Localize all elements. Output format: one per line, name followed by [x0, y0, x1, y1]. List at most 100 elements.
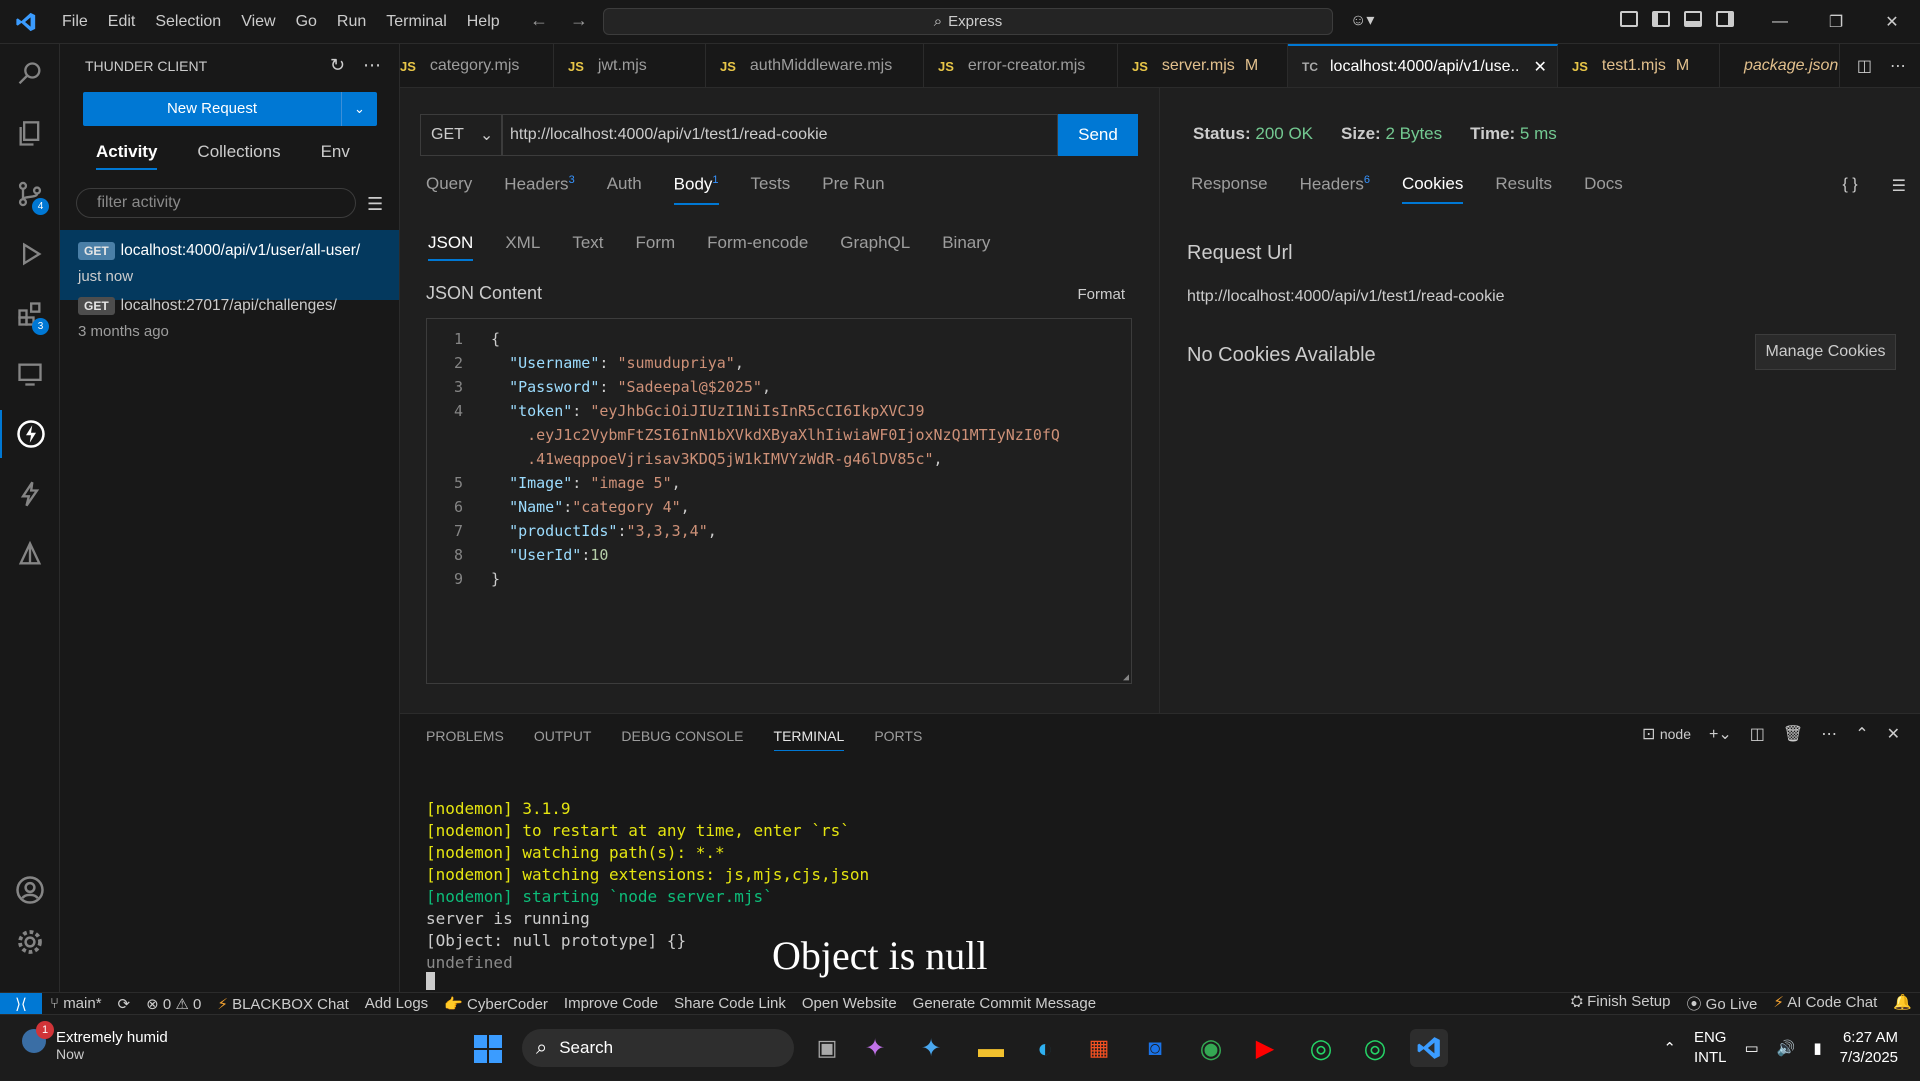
battery-icon[interactable]: ▮ — [1813, 1039, 1821, 1057]
new-request-button[interactable]: New Request ⌄ — [83, 92, 377, 126]
task-view-icon[interactable]: ▣ — [808, 1029, 846, 1067]
menu-edit[interactable]: Edit — [98, 13, 146, 31]
branch-indicator[interactable]: ⑂ main* — [42, 995, 110, 1012]
tab-test1-mjs[interactable]: JS test1.mjs M — [1558, 44, 1720, 87]
tab-headers[interactable]: Headers3 — [504, 174, 574, 205]
menu-go[interactable]: Go — [286, 13, 327, 31]
close-panel-icon[interactable]: ✕ — [1887, 724, 1900, 744]
remote-explorer-icon[interactable] — [0, 350, 60, 398]
customize-layout-icon[interactable] — [1620, 11, 1638, 27]
extensions-icon[interactable]: 3 — [0, 290, 60, 338]
tab-response[interactable]: Response — [1191, 174, 1268, 204]
resize-handle-icon[interactable]: ◢ — [1123, 672, 1129, 683]
vscode-taskbar-icon[interactable] — [1410, 1029, 1448, 1067]
sync-icon[interactable]: ⟳ — [110, 995, 139, 1013]
settings-gear-icon[interactable] — [0, 918, 60, 966]
tab-authmiddleware-mjs[interactable]: JS authMiddleware.mjs — [706, 44, 924, 87]
tab-error-creator-mjs[interactable]: JS error-creator.mjs — [924, 44, 1118, 87]
tab-results[interactable]: Results — [1495, 174, 1552, 204]
tab-jwt-mjs[interactable]: JS jwt.mjs — [554, 44, 706, 87]
accounts-icon[interactable] — [0, 866, 60, 914]
share-code-link[interactable]: Share Code Link — [666, 995, 794, 1012]
tab-tests[interactable]: Tests — [751, 174, 791, 205]
go-live[interactable]: ⦿ Go Live — [1678, 993, 1765, 1014]
notifications-bell-icon[interactable]: 🔔 — [1885, 993, 1920, 1014]
youtube-icon[interactable]: ▶ — [1246, 1029, 1284, 1067]
weather-widget[interactable]: 1 Extremely humid Now — [22, 1021, 168, 1062]
m365-icon[interactable]: ✦ — [912, 1029, 950, 1067]
tab-request-active[interactable]: TC localhost:4000/api/v1/use.. ✕ — [1288, 44, 1558, 87]
trash-icon[interactable]: 🗑 — [1783, 724, 1803, 744]
body-tab-graphql[interactable]: GraphQL — [840, 233, 910, 261]
panel-more-icon[interactable]: ⋯ — [1821, 724, 1837, 744]
tab-terminal[interactable]: TERMINAL — [773, 728, 845, 751]
back-arrow-icon[interactable]: ← — [530, 10, 548, 31]
start-button-icon[interactable] — [474, 1035, 502, 1063]
menu-file[interactable]: File — [52, 13, 98, 31]
remote-indicator-icon[interactable]: ⟩⟨ — [0, 992, 42, 1015]
tab-auth[interactable]: Auth — [607, 174, 642, 205]
volume-icon[interactable]: 🔊 — [1777, 1039, 1796, 1057]
edge-icon[interactable]: ◐ — [1026, 1029, 1064, 1067]
tab-cookies[interactable]: Cookies — [1401, 174, 1464, 204]
new-terminal-icon[interactable]: +⌄ — [1709, 724, 1732, 744]
explorer-files-icon[interactable] — [0, 110, 60, 158]
whatsapp-icon[interactable]: ◎ — [1302, 1029, 1340, 1067]
copilot-app-icon[interactable]: ✦ — [856, 1029, 894, 1067]
split-terminal-icon[interactable]: ◫ — [1750, 724, 1765, 744]
tab-response-headers[interactable]: Headers6 — [1300, 174, 1370, 204]
tab-server-mjs[interactable]: JS server.mjs M — [1118, 44, 1288, 87]
toggle-panel-icon[interactable] — [1684, 11, 1702, 27]
close-tab-icon[interactable]: ✕ — [1533, 57, 1546, 77]
language-indicator[interactable]: ENG INTL — [1694, 1028, 1727, 1068]
open-website[interactable]: Open Website — [794, 995, 905, 1012]
tab-ports[interactable]: PORTS — [874, 728, 922, 751]
body-tab-xml[interactable]: XML — [505, 233, 540, 261]
whatsapp-business-icon[interactable]: ◎ — [1356, 1029, 1394, 1067]
blackbox-chat[interactable]: ⚡ BLACKBOX Chat — [209, 995, 356, 1013]
toggle-primary-sidebar-icon[interactable] — [1652, 11, 1670, 27]
split-editor-icon[interactable]: ◫ — [1857, 56, 1872, 76]
lightning-extension-icon[interactable] — [0, 470, 60, 518]
tab-pre-run[interactable]: Pre Run — [822, 174, 884, 205]
problems-indicator[interactable]: ⊗ 0 ⚠ 0 — [138, 995, 209, 1013]
filter-activity-input[interactable]: filter activity — [76, 188, 356, 218]
body-tab-json[interactable]: JSON — [428, 233, 474, 261]
body-tab-form-encode[interactable]: Form-encode — [707, 233, 808, 261]
braces-icon[interactable]: { } — [1843, 176, 1858, 196]
finish-setup[interactable]: ⛭ Finish Setup — [1563, 993, 1679, 1014]
close-window-icon[interactable]: ✕ — [1864, 12, 1920, 32]
tab-query[interactable]: Query — [426, 174, 472, 205]
filter-menu-icon[interactable]: ☰ — [367, 194, 383, 215]
body-tab-binary[interactable]: Binary — [942, 233, 990, 261]
display-icon[interactable]: ▭ — [1744, 1039, 1758, 1057]
menu-selection[interactable]: Selection — [145, 13, 231, 31]
file-explorer-icon[interactable]: ▬ — [972, 1029, 1010, 1067]
method-select[interactable]: GET ⌄ — [420, 114, 502, 156]
menu-terminal[interactable]: Terminal — [376, 13, 456, 31]
tab-debug-console[interactable]: DEBUG CONSOLE — [621, 728, 743, 751]
ai-code-chat[interactable]: ⚡ AI Code Chat — [1765, 993, 1885, 1014]
more-actions-icon[interactable]: ⋯ — [363, 55, 381, 76]
source-control-icon[interactable]: 4 — [0, 170, 60, 218]
url-input[interactable]: http://localhost:4000/api/v1/test1/read-… — [502, 114, 1058, 156]
menu-lines-icon[interactable]: ☰ — [1892, 176, 1906, 196]
send-button[interactable]: Send — [1058, 114, 1138, 156]
add-logs[interactable]: Add Logs — [357, 995, 436, 1012]
taskbar-search[interactable]: ⌕ Search — [522, 1029, 794, 1067]
explorer-search-icon[interactable] — [0, 50, 60, 98]
tab-env[interactable]: Env — [321, 142, 350, 170]
terminal-select[interactable]: ⊡ node — [1642, 724, 1691, 744]
refresh-icon[interactable]: ↻ — [330, 55, 345, 76]
tab-collections[interactable]: Collections — [197, 142, 280, 170]
tab-docs[interactable]: Docs — [1584, 174, 1623, 204]
maximize-panel-icon[interactable]: ⌃ — [1855, 724, 1868, 744]
run-debug-icon[interactable] — [0, 230, 60, 278]
chevron-down-icon[interactable]: ⌄ — [341, 92, 377, 126]
tab-body[interactable]: Body1 — [673, 174, 719, 205]
menu-run[interactable]: Run — [327, 13, 376, 31]
chrome-icon[interactable]: ◉ — [1192, 1029, 1230, 1067]
minimize-icon[interactable]: — — [1752, 13, 1808, 31]
command-center[interactable]: ⌕ Express — [603, 8, 1333, 35]
tab-output[interactable]: OUTPUT — [534, 728, 592, 751]
